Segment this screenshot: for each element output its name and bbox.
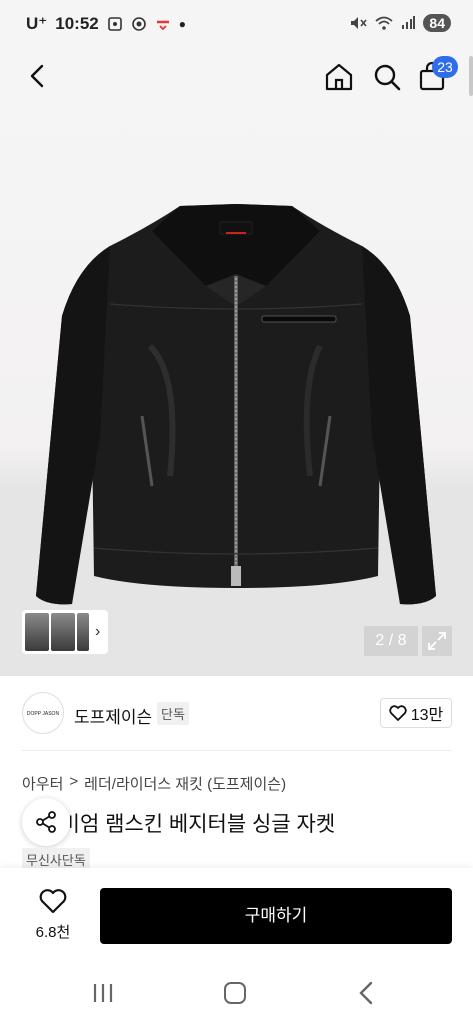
- wishlist-button[interactable]: 6.8천: [28, 888, 78, 942]
- carrier-label: U⁺: [26, 14, 48, 33]
- buy-button[interactable]: 구매하기: [100, 888, 452, 944]
- thumbnail-image[interactable]: [25, 613, 49, 651]
- brand-row: DOPP JASON 도프제이슨 단독 13만: [0, 676, 473, 750]
- product-image: [36, 204, 436, 605]
- system-back-icon[interactable]: [356, 980, 376, 1006]
- back-arrow-icon[interactable]: [24, 62, 52, 90]
- brand-like-button[interactable]: 13만: [380, 698, 452, 728]
- thumbnail-strip[interactable]: ›: [22, 610, 108, 654]
- wishlist-count: 6.8천: [35, 924, 71, 941]
- thumbnail-image[interactable]: [51, 613, 75, 651]
- exclusive-badge: 단독: [157, 702, 189, 725]
- clock: 10:52: [55, 14, 99, 33]
- breadcrumb-item-leather[interactable]: 레더/라이더스 재킷 (도프제이슨): [84, 773, 286, 794]
- system-home-icon[interactable]: [224, 982, 246, 1004]
- more-notifications-dot: ●: [178, 17, 186, 31]
- top-nav: 23: [0, 50, 473, 100]
- wifi-icon: [375, 16, 394, 30]
- expand-icon: [428, 632, 446, 650]
- heart-icon: [39, 889, 67, 914]
- brand-like-count: 13만: [410, 707, 444, 724]
- thumbnail-image[interactable]: [77, 613, 89, 651]
- share-icon: [36, 811, 56, 833]
- breadcrumb: 아우터 > 레더/라이더스 재킷 (도프제이슨): [22, 773, 286, 794]
- heart-icon: [389, 705, 407, 721]
- share-button[interactable]: [22, 798, 70, 846]
- record-icon: [131, 17, 146, 31]
- breadcrumb-separator: >: [69, 773, 79, 790]
- screenshot-icon: [107, 17, 122, 31]
- breadcrumb-item-outer[interactable]: 아우터: [22, 773, 63, 794]
- cart-count-badge: 23: [432, 56, 458, 78]
- recent-apps-icon[interactable]: [92, 982, 114, 1004]
- search-icon[interactable]: [370, 60, 404, 94]
- expand-button[interactable]: [422, 626, 452, 656]
- mute-icon: [351, 17, 368, 29]
- product-image-gallery[interactable]: › 2 / 8: [0, 100, 473, 676]
- signal-icon: [402, 16, 416, 29]
- image-counter: 2 / 8: [364, 626, 418, 656]
- home-icon[interactable]: [322, 60, 356, 94]
- thumbnail-next-arrow[interactable]: ›: [95, 623, 100, 641]
- battery-level: 84: [423, 14, 451, 32]
- divider: [22, 750, 452, 751]
- brand-name[interactable]: 도프제이슨: [74, 703, 152, 728]
- status-bar: U⁺ 10:52 ● 84: [0, 0, 473, 50]
- system-nav-bar: [0, 958, 473, 1024]
- page-scrollbar[interactable]: [469, 56, 473, 96]
- purchase-bar: 6.8천 구매하기: [0, 868, 473, 958]
- brand-logo[interactable]: DOPP JASON: [22, 692, 64, 734]
- app-notification-icon: [156, 20, 169, 31]
